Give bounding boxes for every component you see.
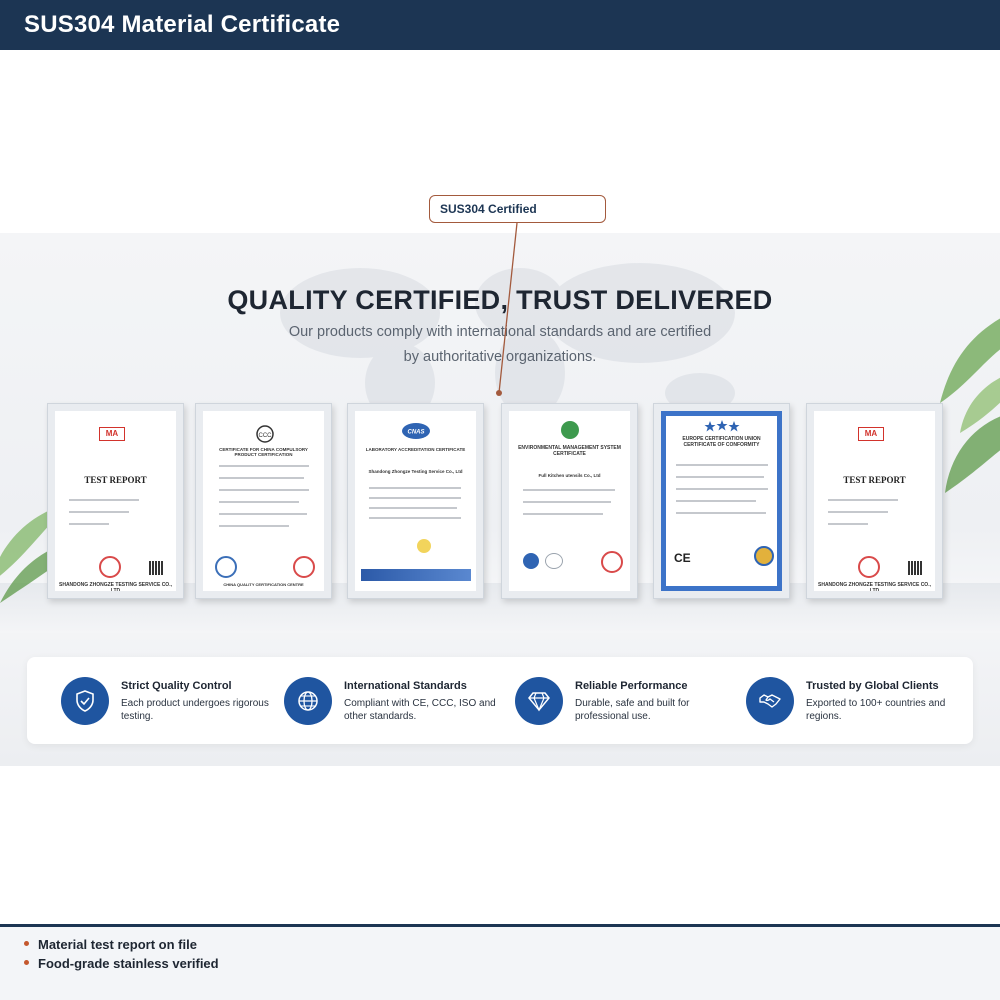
qr-code-icon (149, 561, 163, 575)
certificate-holder: Shandong Zhongze Testing Service Co., Lt… (368, 469, 463, 474)
bullet-dot-icon (24, 941, 29, 947)
certificate-frame-ccc[interactable]: CCC CERTIFICATE FOR CHINA COMPULSORY PRO… (195, 403, 332, 599)
ce-mark-icon: CE (674, 551, 691, 565)
callout-label: SUS304 Certified (440, 202, 537, 216)
certificate-holder: Full Kitchen utensils Co., Ltd (538, 473, 601, 478)
page-title: SUS304 Material Certificate (24, 11, 341, 38)
feature-international-standards: International Standards Compliant with C… (284, 675, 504, 727)
feature-title: International Standards (344, 680, 467, 692)
certificate-frame-ce[interactable]: EUROPE CERTIFICATION UNION CERTIFICATE O… (653, 403, 790, 599)
feature-description: Durable, safe and built for professional… (575, 698, 690, 722)
diamond-icon (515, 677, 563, 725)
banner-subtitle-line1: Our products comply with international s… (288, 324, 712, 340)
gold-seal-icon (754, 546, 774, 566)
certificate-title: TEST REPORT (84, 475, 147, 485)
qr-code-icon (908, 561, 922, 575)
feature-title: Trusted by Global Clients (806, 680, 939, 692)
certificate-frame-cnas[interactable]: CNAS LABORATORY ACCREDITATION CERTIFICAT… (347, 403, 484, 599)
ems-logo-icon (561, 421, 579, 439)
certificate-title: TEST REPORT (843, 475, 906, 485)
globe-icon (284, 677, 332, 725)
blue-ribbon-decoration (361, 569, 471, 581)
gold-seal-icon (417, 539, 431, 553)
feature-quality-control: Strict Quality Control Each product unde… (61, 675, 281, 727)
certificate-issuer: CHINA QUALITY CERTIFICATION CENTRE (223, 582, 304, 587)
feature-title: Reliable Performance (575, 680, 688, 692)
ma-badge-icon: MA (858, 427, 884, 441)
certificate-issuer: SHANDONG ZHONGZE TESTING SERVICE CO., LT… (59, 582, 172, 591)
shield-check-icon (61, 677, 109, 725)
certificate-frame-test-report-2[interactable]: MA TEST REPORT SHANDONG ZHONGZE TESTING … (806, 403, 943, 599)
banner-subtitle-line2: by authoritative organizations. (403, 349, 597, 365)
sus304-callout: SUS304 Certified (429, 195, 606, 223)
bullet-text: Material test report on file (38, 937, 197, 952)
red-seal-icon (858, 556, 880, 578)
certificate-title: LABORATORY ACCREDITATION CERTIFICATE (365, 447, 466, 452)
cqc-seal-icon (215, 556, 237, 578)
red-seal-icon (601, 551, 623, 573)
handshake-icon (746, 677, 794, 725)
feature-title: Strict Quality Control (121, 680, 232, 692)
ma-badge-icon: MA (99, 427, 125, 441)
certificate-frame-ems[interactable]: ENVIRONMENTAL MANAGEMENT SYSTEM CERTIFIC… (501, 403, 638, 599)
bullet-item: Food-grade stainless verified (24, 956, 219, 971)
certificate-frame-test-report-1[interactable]: MA TEST REPORT SHANDONG ZHONGZE TESTING … (47, 403, 184, 599)
certificate-title: CERTIFICATE FOR CHINA COMPULSORY PRODUCT… (219, 447, 308, 457)
bullet-dot-icon (24, 960, 29, 966)
ccc-logo-icon: CCC (256, 425, 274, 443)
bullet-item: Material test report on file (24, 937, 197, 952)
feature-reliable-performance: Reliable Performance Durable, safe and b… (515, 675, 735, 727)
feature-trusted-clients: Trusted by Global Clients Exported to 10… (746, 675, 966, 727)
certificate-title: ENVIRONMENTAL MANAGEMENT SYSTEM CERTIFIC… (518, 445, 621, 457)
certificate-title: EUROPE CERTIFICATION UNION CERTIFICATE O… (682, 436, 761, 448)
feature-description: Compliant with CE, CCC, ISO and other st… (344, 698, 496, 722)
svg-text:CCC: CCC (259, 433, 273, 439)
red-seal-icon (99, 556, 121, 578)
feature-description: Exported to 100+ countries and regions. (806, 698, 946, 722)
cnas-mark-icon (545, 553, 563, 569)
bullet-text: Food-grade stainless verified (38, 956, 219, 971)
cnas-logo-icon: CNAS (402, 423, 430, 439)
banner-headline: QUALITY CERTIFIED, TRUST DELIVERED (227, 285, 773, 315)
features-panel: Strict Quality Control Each product unde… (27, 657, 973, 744)
feature-description: Each product undergoes rigorous testing. (121, 698, 269, 722)
header-bar: SUS304 Material Certificate (0, 0, 1000, 50)
certificate-issuer: SHANDONG ZHONGZE TESTING SERVICE CO., LT… (818, 582, 931, 591)
svg-text:CNAS: CNAS (407, 430, 424, 436)
stars-icon (704, 420, 740, 432)
iaf-logo-icon (523, 553, 539, 569)
red-seal-icon (293, 556, 315, 578)
